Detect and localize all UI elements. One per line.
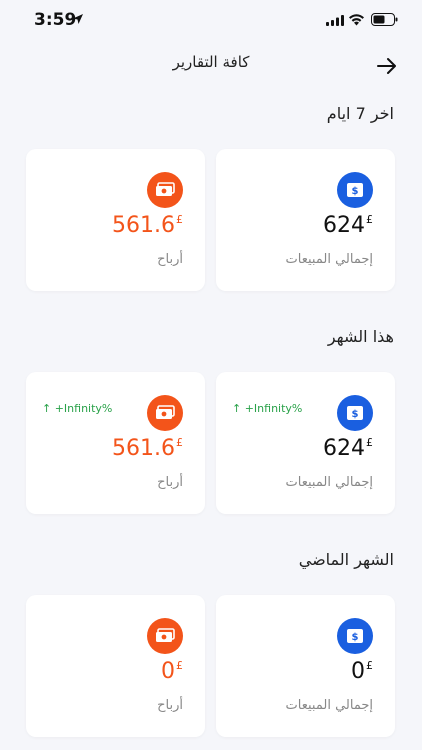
cash-icon — [156, 628, 175, 642]
profits-label: أرباح — [157, 698, 183, 713]
profits-value: 0£ — [161, 659, 183, 684]
status-bar: 3:59 — [0, 0, 422, 44]
total-sales-label: إجمالي المبيعات — [285, 252, 373, 267]
profits-badge — [147, 172, 183, 208]
section-title-last-7-days: اخر 7 ايام — [326, 104, 394, 123]
growth-indicator: ↑ +Infinity% — [42, 402, 113, 415]
status-time: 3:59 — [34, 10, 77, 30]
profits-value: 561.6£ — [112, 213, 183, 238]
profits-card[interactable]: ↑ +Infinity% 561.6£ أرباح — [26, 372, 205, 514]
section-title-last-month: الشهر الماضي — [298, 550, 394, 569]
dollar-icon: $ — [347, 406, 363, 420]
arrow-up-icon: ↑ — [232, 402, 242, 415]
cellular-signal-icon — [326, 15, 344, 26]
growth-indicator: ↑ +Infinity% — [232, 402, 303, 415]
total-sales-value: 624£ — [323, 213, 373, 238]
svg-text:$: $ — [352, 186, 359, 197]
dollar-icon: $ — [347, 629, 363, 643]
total-sales-value: 0£ — [351, 659, 373, 684]
profits-card[interactable]: 561.6£ أرباح — [26, 149, 205, 291]
profits-value: 561.6£ — [112, 436, 183, 461]
cash-icon — [156, 405, 175, 419]
total-sales-card[interactable]: $ 624£ إجمالي المبيعات — [216, 149, 395, 291]
profits-card[interactable]: 0£ أرباح — [26, 595, 205, 737]
total-sales-card[interactable]: $ 0£ إجمالي المبيعات — [216, 595, 395, 737]
profits-badge — [147, 395, 183, 431]
total-sales-label: إجمالي المبيعات — [285, 698, 373, 713]
arrow-up-icon: ↑ — [42, 402, 52, 415]
profits-label: أرباح — [157, 475, 183, 490]
svg-text:$: $ — [352, 632, 359, 643]
location-arrow-icon — [73, 14, 83, 24]
profits-badge — [147, 618, 183, 654]
svg-text:$: $ — [352, 409, 359, 420]
total-sales-value: 624£ — [323, 436, 373, 461]
dollar-icon: $ — [347, 183, 363, 197]
wifi-icon — [349, 14, 364, 26]
total-sales-label: إجمالي المبيعات — [285, 475, 373, 490]
section-title-this-month: هذا الشهر — [327, 327, 394, 346]
page-title: كافة التقارير — [172, 53, 250, 71]
battery-icon — [371, 13, 398, 26]
back-arrow-icon[interactable] — [377, 56, 397, 76]
profits-label: أرباح — [157, 252, 183, 267]
total-sales-card[interactable]: ↑ +Infinity% $ 624£ إجمالي المبيعات — [216, 372, 395, 514]
sales-badge: $ — [337, 395, 373, 431]
cash-icon — [156, 182, 175, 196]
sales-badge: $ — [337, 618, 373, 654]
sales-badge: $ — [337, 172, 373, 208]
